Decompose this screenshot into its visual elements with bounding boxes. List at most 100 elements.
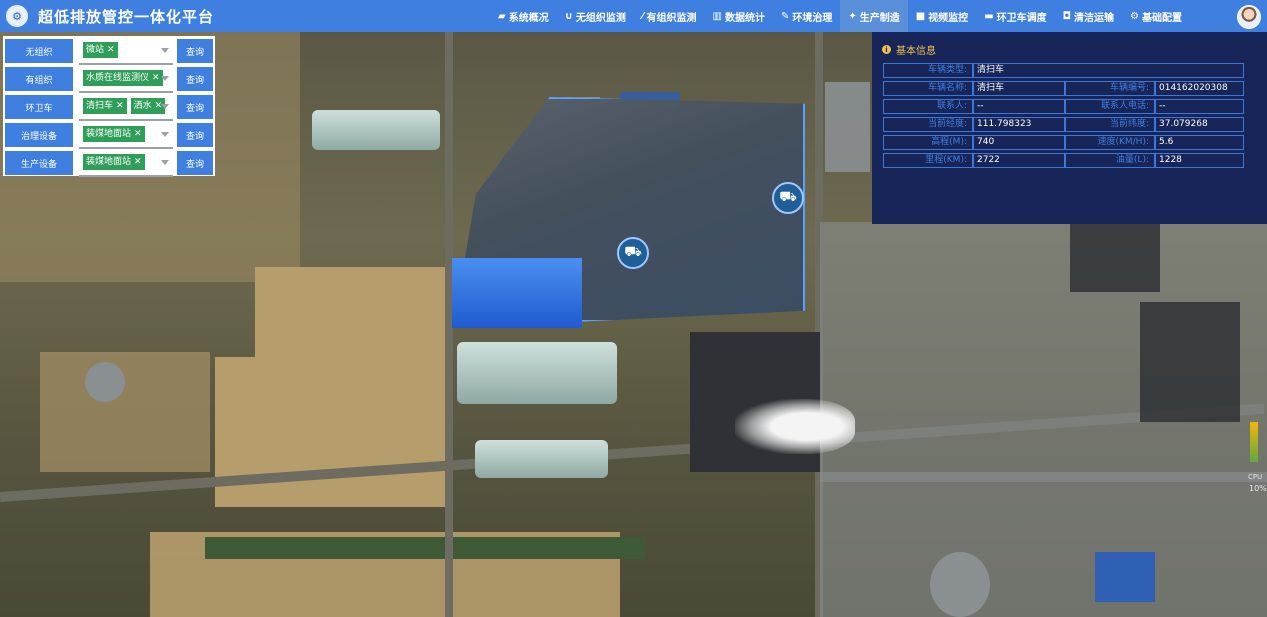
filter-tag-label: 洒水	[133, 101, 152, 111]
nav-item-label: 基础配置	[1142, 12, 1183, 24]
chevron-down-icon[interactable]	[161, 48, 169, 53]
nav-item-7[interactable]: ■ 视频监控	[908, 0, 976, 32]
map-terrain	[205, 537, 645, 559]
info-field-label: 车辆编号:	[1065, 81, 1155, 96]
info-field-value: 1228	[1155, 153, 1244, 168]
filter-tag-label: 微站	[86, 45, 105, 55]
chevron-down-icon[interactable]	[161, 132, 169, 137]
filter-category-label[interactable]: 无组织	[5, 39, 73, 63]
tag-remove-icon[interactable]: ✕	[116, 101, 124, 111]
bus-icon: ◘	[1062, 10, 1072, 22]
map-icon: ▰	[498, 10, 506, 22]
truck-icon: ⛟	[779, 189, 797, 205]
map-building	[475, 440, 608, 478]
info-icon: i	[882, 45, 891, 54]
tag-remove-icon[interactable]: ✕	[107, 45, 115, 55]
filter-multi-select[interactable]: 装煤地面站 ✕	[79, 123, 173, 149]
map-building	[312, 110, 440, 150]
info-panel-title: 基本信息	[896, 46, 936, 57]
tag-remove-icon[interactable]: ✕	[152, 73, 160, 83]
nav-item-label: 数据统计	[724, 12, 765, 24]
query-button[interactable]: 查询	[177, 151, 213, 175]
info-field-label: 当前经度:	[883, 117, 973, 132]
map-building	[825, 82, 870, 172]
map-building	[85, 362, 125, 402]
filter-multi-select[interactable]: 微站 ✕	[79, 39, 173, 65]
filter-tag-label: 装煤地面站	[86, 129, 132, 139]
filter-multi-select[interactable]: 装煤地面站 ✕	[79, 151, 173, 177]
filter-tag: 装煤地面站 ✕	[83, 126, 145, 142]
sweeper-truck-marker[interactable]: ⛟	[617, 237, 649, 269]
filter-category-label[interactable]: 生产设备	[5, 151, 73, 175]
chevron-down-icon[interactable]	[161, 76, 169, 81]
filter-category-label[interactable]: 治理设备	[5, 123, 73, 147]
map-building	[930, 552, 990, 617]
chevron-down-icon[interactable]	[161, 160, 169, 165]
nav-item-label: 清洁运输	[1074, 12, 1115, 24]
tag-remove-icon[interactable]: ✕	[134, 157, 142, 167]
map-terrain	[820, 472, 1267, 617]
filter-tag: 洒水 ✕	[130, 98, 166, 114]
cogs-icon: ⚙	[1130, 10, 1140, 22]
top-header: ⚙ 超低排放管控一体化平台 ▰ 系统概况 ∪ 无组织监测 ⁄ 有组织监测 ▥ 数据统计 ✎ 环境治…	[0, 0, 1267, 32]
user-avatar[interactable]	[1237, 5, 1261, 29]
filter-tag: 清扫车 ✕	[83, 98, 127, 114]
filter-tag: 水质在线监测仪 ✕	[83, 70, 163, 86]
app-logo-icon: ⚙	[6, 5, 28, 27]
filter-row: 无组织 微站 ✕ 查询	[5, 39, 215, 65]
magnet-icon: ∪	[564, 10, 573, 22]
filter-multi-select[interactable]: 清扫车 ✕ 洒水 ✕	[79, 95, 173, 121]
nav-item-1[interactable]: ▰ 系统概况	[490, 0, 557, 32]
cpu-value: 10%	[1249, 484, 1267, 493]
query-button[interactable]: 查询	[177, 95, 213, 119]
tag-remove-icon[interactable]: ✕	[134, 129, 142, 139]
map-terrain	[1140, 302, 1240, 422]
query-button[interactable]: 查询	[177, 39, 213, 63]
info-field-value: --	[1155, 99, 1244, 114]
info-field-value: 清扫车	[973, 81, 1065, 96]
nav-item-10[interactable]: ⚙ 基础配置	[1122, 0, 1190, 32]
nav-item-9[interactable]: ◘ 清洁运输	[1055, 0, 1122, 32]
map-building	[1095, 552, 1155, 602]
map-building	[457, 342, 617, 404]
info-field-label: 车辆名称:	[883, 81, 973, 96]
info-field-label: 联系人电话:	[1065, 99, 1155, 114]
query-button[interactable]: 查询	[177, 123, 213, 147]
wrench-icon: ✦	[848, 10, 857, 22]
query-button[interactable]: 查询	[177, 67, 213, 91]
nav-item-8[interactable]: ▬ 环卫车调度	[976, 0, 1054, 32]
filter-row: 治理设备 装煤地面站 ✕ 查询	[5, 123, 215, 149]
info-field-label: 高程(M):	[883, 135, 973, 150]
info-field-value: 37.079268	[1155, 117, 1244, 132]
nav-item-label: 生产制造	[859, 12, 900, 24]
filter-tag-label: 清扫车	[86, 101, 114, 111]
app-title: 超低排放管控一体化平台	[38, 7, 215, 26]
info-field-value: 740	[973, 135, 1065, 150]
sweeper-truck-marker[interactable]: ⛟	[772, 182, 804, 214]
info-field-value: --	[973, 99, 1065, 114]
filter-category-label[interactable]: 有组织	[5, 67, 73, 91]
leaf-icon: ✎	[780, 10, 790, 22]
cpu-label: CPU	[1248, 473, 1263, 481]
nav-item-label: 系统概况	[508, 12, 549, 24]
nav-item-3[interactable]: ⁄ 有组织监测	[634, 0, 705, 32]
filter-panel: 无组织 微站 ✕ 查询 有组织 水质在线监测仪 ✕ 查询 环卫车 清扫车 ✕ 洒水 ✕ 查询 治理设备 装煤地…	[3, 36, 215, 177]
filter-multi-select[interactable]: 水质在线监测仪 ✕	[79, 67, 173, 93]
filter-tag-label: 装煤地面站	[86, 157, 132, 167]
nav-item-5[interactable]: ✎ 环境治理	[773, 0, 840, 32]
info-field-value: 014162020308	[1155, 81, 1244, 96]
nav-item-4[interactable]: ▥ 数据统计	[705, 0, 773, 32]
info-field-label: 车辆类型:	[883, 63, 973, 78]
info-panel-header: i 基本信息	[882, 42, 936, 57]
main-nav: ▰ 系统概况 ∪ 无组织监测 ⁄ 有组织监测 ▥ 数据统计 ✎ 环境治理 ✦ 生产制造 ■ 视频监控 ▬ 环卫…	[490, 0, 1190, 32]
info-field-value: 5.6	[1155, 135, 1244, 150]
filter-row: 环卫车 清扫车 ✕ 洒水 ✕ 查询	[5, 95, 215, 121]
video-camera-icon: ■	[915, 10, 926, 22]
nav-item-label: 环卫车调度	[996, 12, 1047, 24]
chimney-smoke	[735, 399, 855, 454]
chevron-down-icon[interactable]	[161, 104, 169, 109]
info-field-label: 油量(L):	[1065, 153, 1155, 168]
nav-item-2[interactable]: ∪ 无组织监测	[557, 0, 634, 32]
filter-category-label[interactable]: 环卫车	[5, 95, 73, 119]
nav-item-6[interactable]: ✦ 生产制造	[840, 0, 908, 32]
